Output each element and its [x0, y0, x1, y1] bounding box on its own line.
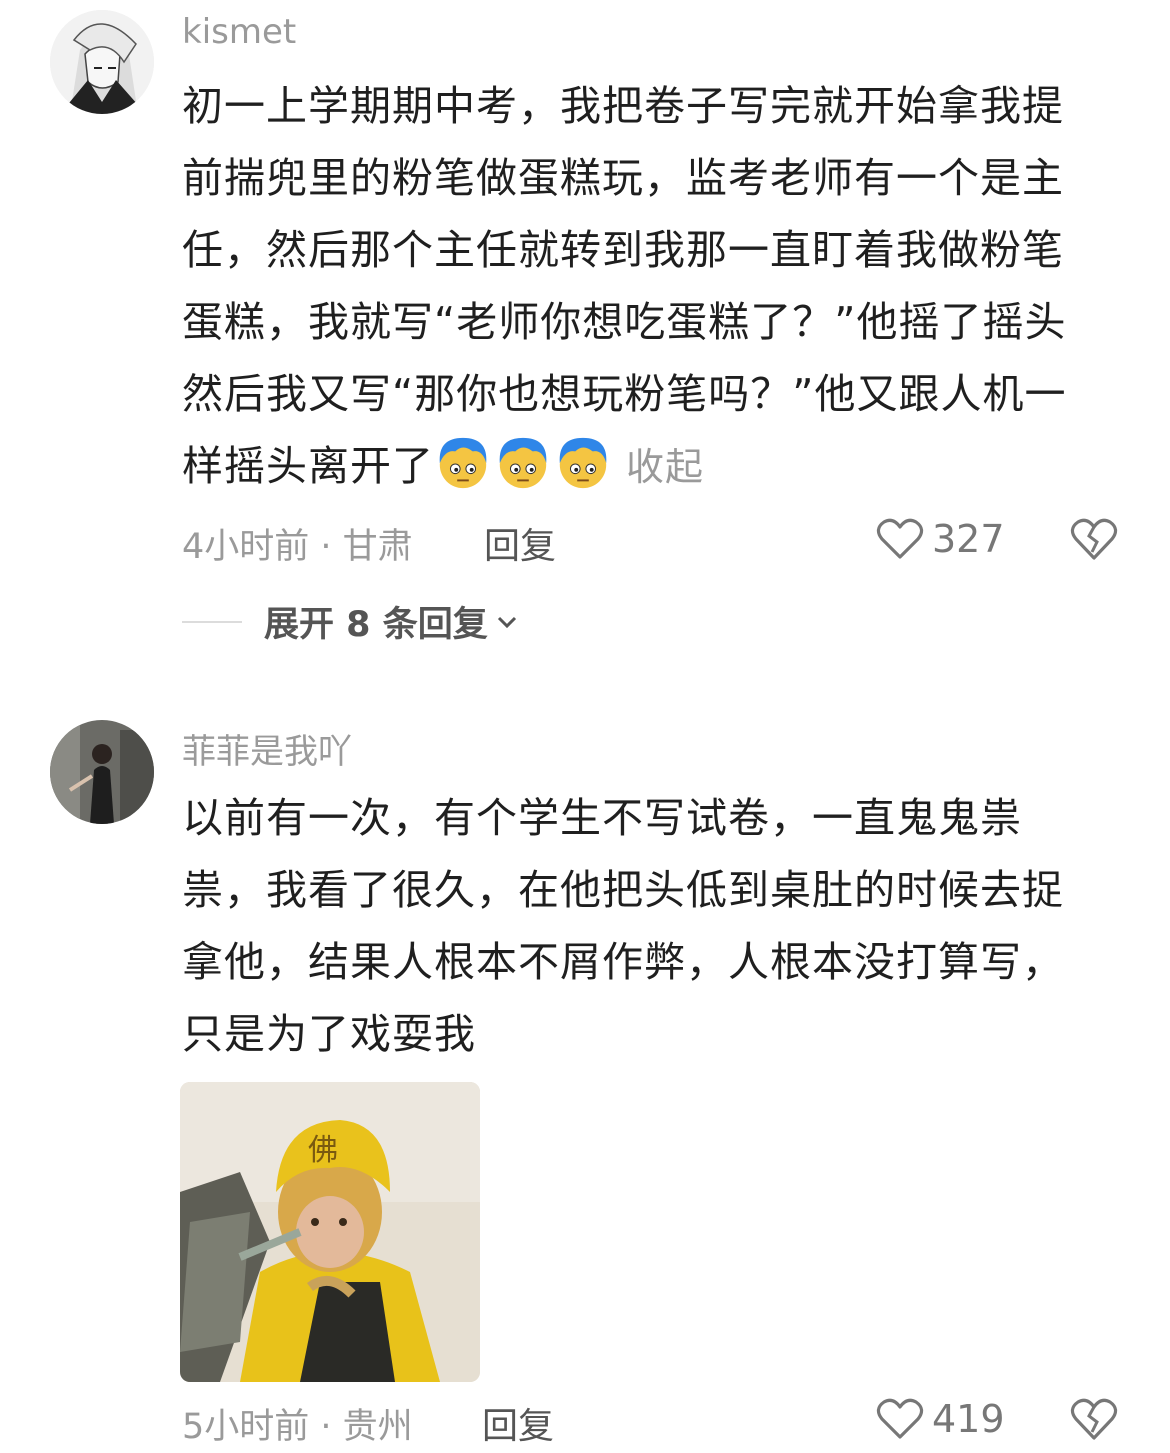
- expand-replies-label: 展开 8 条回复: [264, 605, 488, 645]
- username[interactable]: kismet: [182, 12, 296, 52]
- user-avatar[interactable]: [50, 10, 154, 114]
- comment-line: 初一上学期期中考，我把卷子写完就开始拿我提: [182, 82, 1064, 130]
- chevron-down-icon: [497, 616, 516, 628]
- like-count: 327: [932, 517, 1005, 561]
- heart-icon: [876, 1398, 924, 1439]
- comment-last-line: 样摇头离开了 收起: [182, 430, 1112, 502]
- blue-hair-face-emoji: [559, 437, 607, 489]
- avatar-photo: [50, 720, 154, 824]
- comment-line: 以前有一次，有个学生不写试卷，一直鬼鬼祟: [182, 794, 1022, 842]
- comment-line: 样摇头离开了: [182, 442, 434, 490]
- comment-line: 然后我又写“那你也想玩粉笔吗？”他又跟人机一: [182, 370, 1067, 418]
- user-avatar[interactable]: [50, 720, 154, 824]
- broken-heart-icon[interactable]: [1070, 1396, 1118, 1442]
- comment-line: 祟，我看了很久，在他把头低到桌肚的时候去捉: [182, 866, 1064, 914]
- blue-hair-face-emoji: [439, 437, 487, 489]
- like-button[interactable]: 419: [876, 1394, 1005, 1444]
- comment-meta: 5小时前 · 贵州: [182, 1407, 413, 1447]
- comment-line: 前揣兜里的粉笔做蛋糕玩，监考老师有一个是主: [182, 154, 1064, 202]
- comment-text: 初一上学期期中考，我把卷子写完就开始拿我提 前揣兜里的粉笔做蛋糕玩，监考老师有一…: [182, 70, 1112, 502]
- avatar-anime-portrait: [50, 10, 154, 114]
- comment-meta: 4小时前 · 甘肃: [182, 527, 413, 567]
- comment-text: 以前有一次，有个学生不写试卷，一直鬼鬼祟 祟，我看了很久，在他把头低到桌肚的时候…: [182, 782, 1112, 1070]
- heart-icon: [876, 518, 924, 559]
- comment-line: 任，然后那个主任就转到我那一直盯着我做粉笔: [182, 226, 1064, 274]
- svg-text:佛: 佛: [308, 1133, 338, 1168]
- like-button[interactable]: 327: [876, 514, 1005, 564]
- divider: [182, 620, 242, 623]
- blue-hair-face-emoji: [499, 437, 547, 489]
- like-count: 419: [932, 1397, 1005, 1441]
- expand-replies[interactable]: 展开 8 条回复: [182, 596, 520, 647]
- broken-heart-icon[interactable]: [1070, 516, 1118, 562]
- collapse-link[interactable]: 收起: [626, 445, 704, 489]
- comment-line: 蛋糕，我就写“老师你想吃蛋糕了？”他摇了摇头: [182, 298, 1067, 346]
- monkey-king-sticker[interactable]: 佛: [180, 1082, 480, 1382]
- comment-line: 拿他，结果人根本不屑作弊，人根本没打算写，: [182, 938, 1064, 986]
- comment-line: 只是为了戏耍我: [182, 1010, 476, 1058]
- username[interactable]: 菲菲是我吖: [182, 724, 352, 773]
- monkey-king-sticker-image: 佛: [180, 1082, 480, 1382]
- reply-button[interactable]: 回复: [484, 517, 556, 569]
- reply-button[interactable]: 回复: [482, 1397, 554, 1449]
